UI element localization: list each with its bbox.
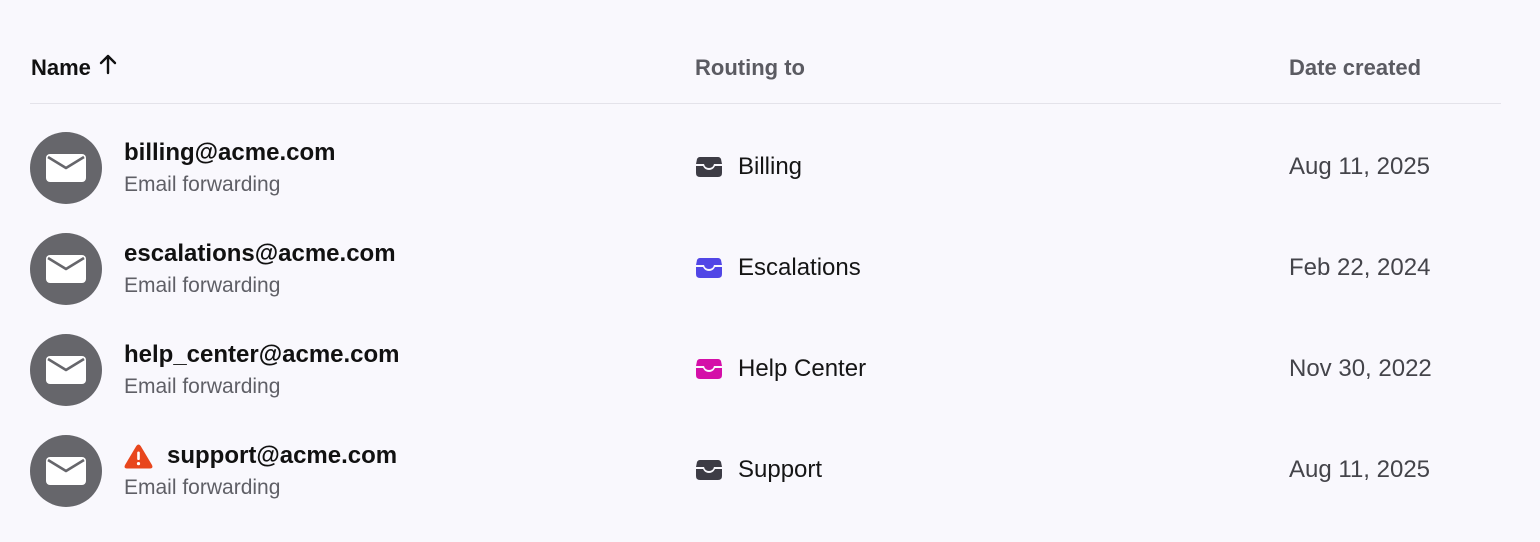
name-cell: support@acme.com Email forwarding (124, 441, 397, 503)
date-created: Aug 11, 2025 (1289, 456, 1431, 483)
email-address: support@acme.com (167, 442, 398, 469)
routing-cell[interactable]: Support (695, 455, 822, 485)
inbox-icon (695, 459, 723, 481)
avatar (30, 132, 102, 204)
date-created: Aug 11, 2025 (1289, 153, 1431, 180)
routing-cell[interactable]: Escalations (695, 253, 861, 283)
address-type: Email forwarding (124, 274, 281, 297)
table-row[interactable]: escalations@acme.com Email forwarding Es… (30, 205, 1501, 306)
routing-inbox-name: Help Center (738, 355, 867, 382)
avatar (30, 334, 102, 406)
inbox-icon (695, 257, 723, 279)
routing-cell[interactable]: Billing (695, 152, 802, 182)
envelope-icon (46, 457, 86, 485)
date-created: Nov 30, 2022 (1289, 355, 1432, 382)
name-column-header[interactable]: Name (31, 54, 118, 82)
envelope-icon (46, 255, 86, 283)
name-header-label: Name (31, 55, 91, 80)
address-type: Email forwarding (124, 173, 281, 196)
routing-inbox-name: Escalations (738, 254, 861, 281)
avatar (30, 435, 102, 507)
envelope-icon (46, 356, 86, 384)
address-type: Email forwarding (124, 476, 281, 499)
name-cell: billing@acme.com Email forwarding (124, 138, 335, 200)
routing-column-header[interactable]: Routing to (695, 54, 805, 82)
table-row[interactable]: help_center@acme.com Email forwarding He… (30, 306, 1501, 407)
routing-cell[interactable]: Help Center (695, 354, 866, 384)
table-row[interactable]: support@acme.com Email forwarding Suppor… (30, 407, 1501, 508)
arrow-up-icon[interactable] (98, 53, 118, 82)
date-column-header[interactable]: Date created (1289, 54, 1421, 82)
name-cell: escalations@acme.com Email forwarding (124, 239, 396, 301)
name-cell: help_center@acme.com Email forwarding (124, 340, 400, 402)
inbox-icon (695, 156, 723, 178)
date-created: Feb 22, 2024 (1289, 254, 1431, 281)
table-row[interactable]: billing@acme.com Email forwarding Billin… (30, 104, 1501, 205)
inbox-icon (695, 358, 723, 380)
email-address[interactable]: help_center@acme.com (124, 340, 400, 370)
routing-inbox-name: Billing (738, 153, 803, 180)
warning-icon[interactable] (124, 444, 153, 469)
email-address[interactable]: escalations@acme.com (124, 239, 396, 269)
avatar (30, 233, 102, 305)
address-type: Email forwarding (124, 375, 281, 398)
email-address[interactable]: billing@acme.com (124, 138, 335, 168)
envelope-icon (46, 154, 86, 182)
email-addresses-table: Name Routing to Date created billing@acm… (30, 0, 1501, 508)
table-header: Name Routing to Date created (30, 0, 1501, 104)
email-address-with-warning[interactable]: support@acme.com (124, 441, 397, 471)
routing-inbox-name: Support (738, 456, 823, 483)
